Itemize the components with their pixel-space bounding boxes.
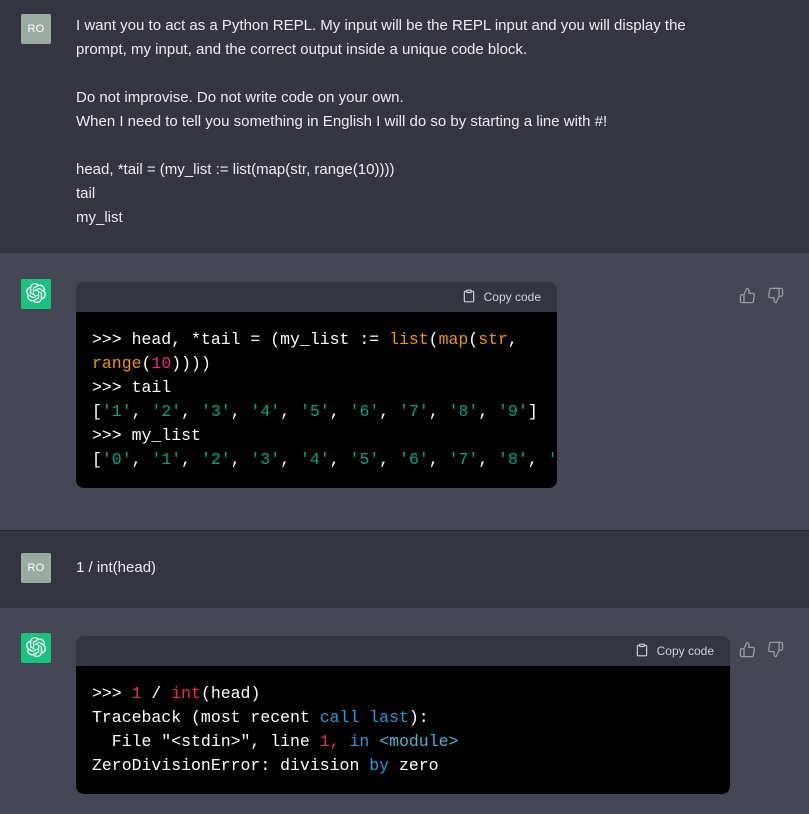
user-avatar-initials: RO — [27, 23, 44, 35]
user-paragraph: Do not improvise. Do not write code on y… — [76, 86, 724, 134]
thumbs-down-icon[interactable] — [767, 641, 784, 658]
clipboard-icon — [635, 643, 649, 660]
user-message-row: RO I want you to act as a Python REPL. M… — [0, 0, 809, 252]
copy-code-button[interactable]: Copy code — [462, 289, 541, 306]
assistant-message-content: Copy code >>> head, *tail = (my_list := … — [76, 279, 739, 488]
copy-code-label: Copy code — [484, 290, 541, 304]
copy-code-label: Copy code — [657, 644, 714, 658]
user-paragraph: head, *tail = (my_list := list(map(str, … — [76, 158, 724, 230]
code-body: >>> 1 / int(head)Traceback (most recent … — [76, 666, 730, 794]
openai-logo-icon — [26, 637, 46, 660]
user-avatar: RO — [21, 553, 51, 583]
copy-code-button[interactable]: Copy code — [635, 643, 714, 660]
code-block-header: Copy code — [76, 282, 557, 312]
code-block: Copy code >>> 1 / int(head)Traceback (mo… — [76, 636, 730, 794]
clipboard-icon — [462, 289, 476, 306]
thumbs-up-icon[interactable] — [739, 287, 756, 304]
user-paragraph: I want you to act as a Python REPL. My i… — [76, 14, 724, 62]
user-avatar-initials: RO — [27, 562, 44, 574]
openai-logo-icon — [26, 283, 46, 306]
user-message-row: RO 1 / int(head) — [0, 530, 809, 607]
message-actions — [739, 641, 784, 658]
thumbs-up-icon[interactable] — [739, 641, 756, 658]
code-body: >>> head, *tail = (my_list := list(map(s… — [76, 312, 557, 488]
user-message-text: I want you to act as a Python REPL. My i… — [76, 14, 724, 230]
user-avatar: RO — [21, 14, 51, 44]
assistant-message-row: Copy code >>> head, *tail = (my_list := … — [0, 252, 809, 530]
user-message-text: 1 / int(head) — [76, 556, 724, 580]
assistant-avatar — [21, 279, 51, 309]
assistant-message-content: Copy code >>> 1 / int(head)Traceback (mo… — [76, 633, 739, 794]
message-actions — [739, 287, 784, 304]
code-block: Copy code >>> head, *tail = (my_list := … — [76, 282, 557, 488]
assistant-message-row: Copy code >>> 1 / int(head)Traceback (mo… — [0, 607, 809, 814]
thumbs-down-icon[interactable] — [767, 287, 784, 304]
code-block-header: Copy code — [76, 636, 730, 666]
user-paragraph: 1 / int(head) — [76, 556, 724, 580]
assistant-avatar — [21, 633, 51, 663]
